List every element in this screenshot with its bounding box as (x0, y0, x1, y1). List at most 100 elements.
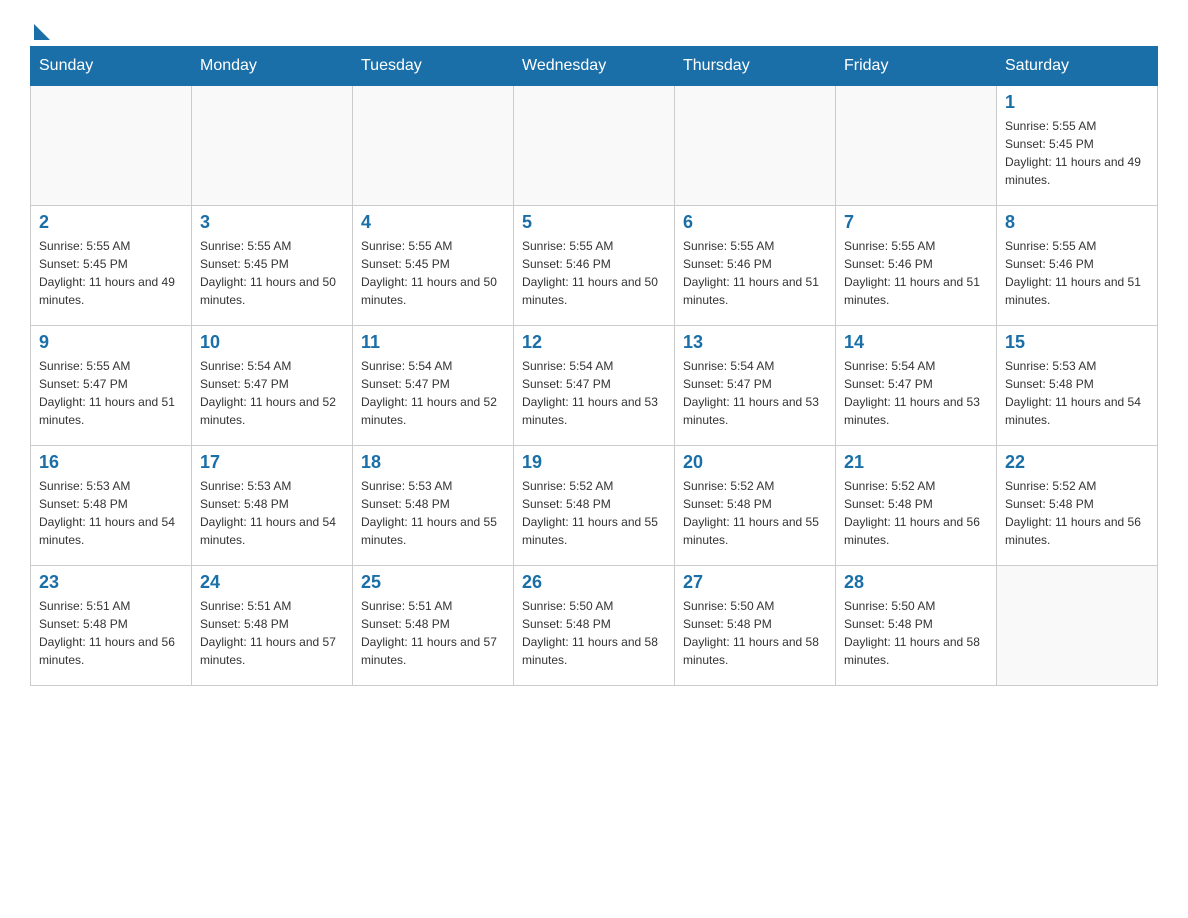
column-header-friday: Friday (836, 47, 997, 86)
calendar-cell: 9 Sunrise: 5:55 AM Sunset: 5:47 PM Daylig… (31, 326, 192, 446)
day-number: 4 (361, 212, 505, 233)
day-info: Sunrise: 5:55 AM Sunset: 5:45 PM Dayligh… (1005, 117, 1149, 189)
day-number: 7 (844, 212, 988, 233)
calendar-cell: 5 Sunrise: 5:55 AM Sunset: 5:46 PM Daylig… (514, 206, 675, 326)
day-info: Sunrise: 5:51 AM Sunset: 5:48 PM Dayligh… (361, 597, 505, 669)
calendar-cell: 11 Sunrise: 5:54 AM Sunset: 5:47 PM Dayli… (353, 326, 514, 446)
day-number: 24 (200, 572, 344, 593)
calendar-cell: 12 Sunrise: 5:54 AM Sunset: 5:47 PM Dayli… (514, 326, 675, 446)
day-number: 26 (522, 572, 666, 593)
calendar-table: SundayMondayTuesdayWednesdayThursdayFrid… (30, 46, 1158, 686)
day-number: 17 (200, 452, 344, 473)
calendar-week-row: 1Sunrise: 5:55 AM Sunset: 5:45 PM Daylig… (31, 86, 1158, 206)
day-info: Sunrise: 5:53 AM Sunset: 5:48 PM Dayligh… (200, 477, 344, 549)
calendar-week-row: 9 Sunrise: 5:55 AM Sunset: 5:47 PM Daylig… (31, 326, 1158, 446)
day-number: 15 (1005, 332, 1149, 353)
logo (30, 20, 50, 36)
calendar-cell (675, 86, 836, 206)
day-info: Sunrise: 5:55 AM Sunset: 5:46 PM Dayligh… (1005, 237, 1149, 309)
day-number: 28 (844, 572, 988, 593)
calendar-cell: 13 Sunrise: 5:54 AM Sunset: 5:47 PM Dayli… (675, 326, 836, 446)
calendar-cell (997, 566, 1158, 686)
column-header-wednesday: Wednesday (514, 47, 675, 86)
day-number: 20 (683, 452, 827, 473)
calendar-cell: 10 Sunrise: 5:54 AM Sunset: 5:47 PM Dayli… (192, 326, 353, 446)
day-info: Sunrise: 5:50 AM Sunset: 5:48 PM Dayligh… (844, 597, 988, 669)
day-info: Sunrise: 5:52 AM Sunset: 5:48 PM Dayligh… (844, 477, 988, 549)
day-info: Sunrise: 5:54 AM Sunset: 5:47 PM Dayligh… (683, 357, 827, 429)
day-info: Sunrise: 5:55 AM Sunset: 5:46 PM Dayligh… (522, 237, 666, 309)
day-number: 5 (522, 212, 666, 233)
day-info: Sunrise: 5:55 AM Sunset: 5:45 PM Dayligh… (200, 237, 344, 309)
day-info: Sunrise: 5:54 AM Sunset: 5:47 PM Dayligh… (844, 357, 988, 429)
day-info: Sunrise: 5:54 AM Sunset: 5:47 PM Dayligh… (522, 357, 666, 429)
day-info: Sunrise: 5:54 AM Sunset: 5:47 PM Dayligh… (200, 357, 344, 429)
calendar-cell: 6 Sunrise: 5:55 AM Sunset: 5:46 PM Daylig… (675, 206, 836, 326)
page-header (30, 20, 1158, 36)
day-info: Sunrise: 5:53 AM Sunset: 5:48 PM Dayligh… (39, 477, 183, 549)
day-number: 16 (39, 452, 183, 473)
calendar-cell: 2 Sunrise: 5:55 AM Sunset: 5:45 PM Daylig… (31, 206, 192, 326)
day-info: Sunrise: 5:55 AM Sunset: 5:45 PM Dayligh… (39, 237, 183, 309)
calendar-cell: 15 Sunrise: 5:53 AM Sunset: 5:48 PM Dayli… (997, 326, 1158, 446)
calendar-cell: 22 Sunrise: 5:52 AM Sunset: 5:48 PM Dayli… (997, 446, 1158, 566)
day-info: Sunrise: 5:52 AM Sunset: 5:48 PM Dayligh… (683, 477, 827, 549)
day-info: Sunrise: 5:50 AM Sunset: 5:48 PM Dayligh… (683, 597, 827, 669)
column-header-thursday: Thursday (675, 47, 836, 86)
day-info: Sunrise: 5:53 AM Sunset: 5:48 PM Dayligh… (1005, 357, 1149, 429)
calendar-cell (514, 86, 675, 206)
calendar-cell: 3 Sunrise: 5:55 AM Sunset: 5:45 PM Daylig… (192, 206, 353, 326)
calendar-cell: 26 Sunrise: 5:50 AM Sunset: 5:48 PM Dayli… (514, 566, 675, 686)
day-number: 2 (39, 212, 183, 233)
day-info: Sunrise: 5:52 AM Sunset: 5:48 PM Dayligh… (1005, 477, 1149, 549)
calendar-cell: 8 Sunrise: 5:55 AM Sunset: 5:46 PM Daylig… (997, 206, 1158, 326)
calendar-cell (353, 86, 514, 206)
day-info: Sunrise: 5:54 AM Sunset: 5:47 PM Dayligh… (361, 357, 505, 429)
day-number: 10 (200, 332, 344, 353)
day-number: 25 (361, 572, 505, 593)
day-info: Sunrise: 5:55 AM Sunset: 5:46 PM Dayligh… (844, 237, 988, 309)
day-info: Sunrise: 5:55 AM Sunset: 5:46 PM Dayligh… (683, 237, 827, 309)
calendar-cell: 4 Sunrise: 5:55 AM Sunset: 5:45 PM Daylig… (353, 206, 514, 326)
day-number: 8 (1005, 212, 1149, 233)
day-info: Sunrise: 5:51 AM Sunset: 5:48 PM Dayligh… (200, 597, 344, 669)
column-header-saturday: Saturday (997, 47, 1158, 86)
day-info: Sunrise: 5:50 AM Sunset: 5:48 PM Dayligh… (522, 597, 666, 669)
column-header-sunday: Sunday (31, 47, 192, 86)
day-number: 21 (844, 452, 988, 473)
calendar-cell: 1Sunrise: 5:55 AM Sunset: 5:45 PM Daylig… (997, 86, 1158, 206)
day-number: 27 (683, 572, 827, 593)
calendar-cell: 14 Sunrise: 5:54 AM Sunset: 5:47 PM Dayli… (836, 326, 997, 446)
day-number: 22 (1005, 452, 1149, 473)
day-number: 23 (39, 572, 183, 593)
calendar-week-row: 23 Sunrise: 5:51 AM Sunset: 5:48 PM Dayli… (31, 566, 1158, 686)
day-number: 12 (522, 332, 666, 353)
calendar-cell: 24 Sunrise: 5:51 AM Sunset: 5:48 PM Dayli… (192, 566, 353, 686)
calendar-cell: 17 Sunrise: 5:53 AM Sunset: 5:48 PM Dayli… (192, 446, 353, 566)
logo-arrow-icon (34, 24, 50, 40)
day-info: Sunrise: 5:51 AM Sunset: 5:48 PM Dayligh… (39, 597, 183, 669)
day-number: 18 (361, 452, 505, 473)
calendar-cell: 21 Sunrise: 5:52 AM Sunset: 5:48 PM Dayli… (836, 446, 997, 566)
calendar-cell: 18Sunrise: 5:53 AM Sunset: 5:48 PM Dayli… (353, 446, 514, 566)
day-info: Sunrise: 5:52 AM Sunset: 5:48 PM Dayligh… (522, 477, 666, 549)
day-number: 14 (844, 332, 988, 353)
day-number: 9 (39, 332, 183, 353)
calendar-cell (192, 86, 353, 206)
calendar-cell: 28 Sunrise: 5:50 AM Sunset: 5:48 PM Dayli… (836, 566, 997, 686)
day-number: 6 (683, 212, 827, 233)
calendar-header-row: SundayMondayTuesdayWednesdayThursdayFrid… (31, 47, 1158, 86)
day-number: 13 (683, 332, 827, 353)
day-info: Sunrise: 5:55 AM Sunset: 5:45 PM Dayligh… (361, 237, 505, 309)
calendar-cell: 7 Sunrise: 5:55 AM Sunset: 5:46 PM Daylig… (836, 206, 997, 326)
calendar-cell: 20 Sunrise: 5:52 AM Sunset: 5:48 PM Dayli… (675, 446, 836, 566)
calendar-week-row: 16 Sunrise: 5:53 AM Sunset: 5:48 PM Dayli… (31, 446, 1158, 566)
calendar-cell: 23 Sunrise: 5:51 AM Sunset: 5:48 PM Dayli… (31, 566, 192, 686)
calendar-cell (836, 86, 997, 206)
day-number: 11 (361, 332, 505, 353)
day-info: Sunrise: 5:55 AM Sunset: 5:47 PM Dayligh… (39, 357, 183, 429)
calendar-cell: 16 Sunrise: 5:53 AM Sunset: 5:48 PM Dayli… (31, 446, 192, 566)
calendar-cell: 19Sunrise: 5:52 AM Sunset: 5:48 PM Dayli… (514, 446, 675, 566)
day-number: 3 (200, 212, 344, 233)
calendar-cell: 27 Sunrise: 5:50 AM Sunset: 5:48 PM Dayli… (675, 566, 836, 686)
